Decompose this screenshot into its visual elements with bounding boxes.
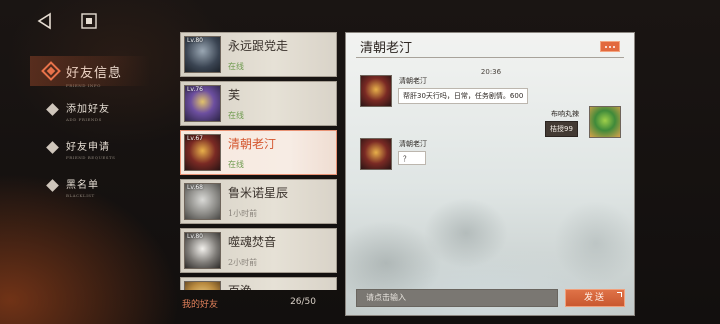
avatar: Lv.76 xyxy=(184,85,221,122)
message-sender: 布响丸辣 xyxy=(551,110,579,118)
diamond-icon xyxy=(46,141,59,154)
friend-row[interactable]: Lv.80 永远跟党走 在线 xyxy=(180,32,337,77)
friend-name: 清朝老汀 xyxy=(228,137,277,151)
avatar[interactable] xyxy=(360,75,392,107)
menu-sublabel: ADD FRIENDS xyxy=(66,117,102,122)
message-bubble: 桔授99 xyxy=(545,121,578,137)
friend-row[interactable]: Lv.80 噬魂焚音 2小时前 xyxy=(180,228,337,273)
menu-item-blacklist[interactable]: 黑名单 BLACKLIST xyxy=(38,176,168,212)
dot-icon xyxy=(609,45,611,48)
menu-item-add-friends[interactable]: 添加好友 ADD FRIENDS xyxy=(38,100,168,136)
message-bubble: ？ xyxy=(398,151,426,165)
friends-list[interactable]: Lv.80 永远跟党走 在线 Lv.76 芙 在线 Lv.67 清朝老汀 在线 … xyxy=(180,32,337,290)
friend-status: 2小时前 xyxy=(228,258,258,267)
level-badge: Lv.80 xyxy=(187,233,203,240)
level-badge: Lv.67 xyxy=(187,135,203,142)
level-badge: Lv.80 xyxy=(187,37,203,44)
menu-sublabel: FRIEND INFO xyxy=(66,83,101,88)
message-sender: 清朝老汀 xyxy=(399,140,427,148)
level-badge: Lv.76 xyxy=(187,86,203,93)
send-button[interactable]: 发送 xyxy=(565,289,625,307)
avatar: Lv.68 xyxy=(184,183,221,220)
friend-row[interactable]: Lv.68 鲁米诺星辰 1小时前 xyxy=(180,179,337,224)
back-button[interactable] xyxy=(34,10,56,32)
side-menu: 好友信息 FRIEND INFO 添加好友 ADD FRIENDS 好友申请 F… xyxy=(30,56,168,214)
friend-status: 在线 xyxy=(228,62,244,71)
friend-row[interactable]: Lv.76 芙 在线 xyxy=(180,81,337,126)
friend-row[interactable]: 百渔 xyxy=(180,277,337,290)
square-stop-icon xyxy=(81,13,97,29)
menu-item-friend-info[interactable]: 好友信息 FRIEND INFO xyxy=(30,56,168,98)
chat-input[interactable]: 请点击输入 xyxy=(356,289,558,307)
friend-name: 芙 xyxy=(228,88,241,102)
message-sender: 清朝老汀 xyxy=(399,77,427,85)
friends-footer: 我的好友 26/50 xyxy=(182,297,316,310)
friend-name: 永远跟党走 xyxy=(228,39,289,53)
friend-status: 1小时前 xyxy=(228,209,258,218)
menu-sublabel: BLACKLIST xyxy=(66,193,95,198)
menu-sublabel: FRIEND REQUESTS xyxy=(66,155,116,160)
friend-name: 噬魂焚音 xyxy=(228,235,277,249)
friend-status: 在线 xyxy=(228,160,244,169)
level-badge: Lv.68 xyxy=(187,184,203,191)
home-button[interactable] xyxy=(78,10,100,32)
friend-name: 鲁米诺星辰 xyxy=(228,186,289,200)
friend-name: 百渔 xyxy=(228,282,252,290)
message-bubble: 帮肝30天行吗，日常，任务剧情。600 xyxy=(398,88,529,104)
diamond-icon xyxy=(46,103,59,116)
dot-icon xyxy=(613,45,615,48)
friends-count: 26/50 xyxy=(290,297,316,307)
avatar: Lv.80 xyxy=(184,36,221,73)
diamond-icon xyxy=(41,61,61,81)
friend-status: 在线 xyxy=(228,111,244,120)
more-options-button[interactable] xyxy=(600,41,620,52)
friend-row[interactable]: Lv.67 清朝老汀 在线 xyxy=(180,130,337,175)
avatar: Lv.67 xyxy=(184,134,221,171)
dot-icon xyxy=(605,45,607,48)
menu-label: 黑名单 xyxy=(66,180,99,191)
avatar: Lv.80 xyxy=(184,232,221,269)
menu-label: 好友申请 xyxy=(66,142,110,153)
chat-title: 清朝老汀 xyxy=(360,41,413,56)
divider xyxy=(356,57,624,58)
menu-label: 添加好友 xyxy=(66,104,110,115)
menu-item-friend-requests[interactable]: 好友申请 FRIEND REQUESTS xyxy=(38,138,168,174)
back-triangle-icon xyxy=(37,12,51,30)
avatar[interactable] xyxy=(589,106,621,138)
menu-label: 好友信息 xyxy=(66,66,123,81)
chat-panel: 清朝老汀 20:36 清朝老汀 帮肝30天行吗，日常，任务剧情。600 布响丸辣… xyxy=(345,32,635,316)
avatar xyxy=(184,281,221,290)
avatar[interactable] xyxy=(360,138,392,170)
friends-footer-label: 我的好友 xyxy=(182,300,219,310)
diamond-icon xyxy=(46,179,59,192)
